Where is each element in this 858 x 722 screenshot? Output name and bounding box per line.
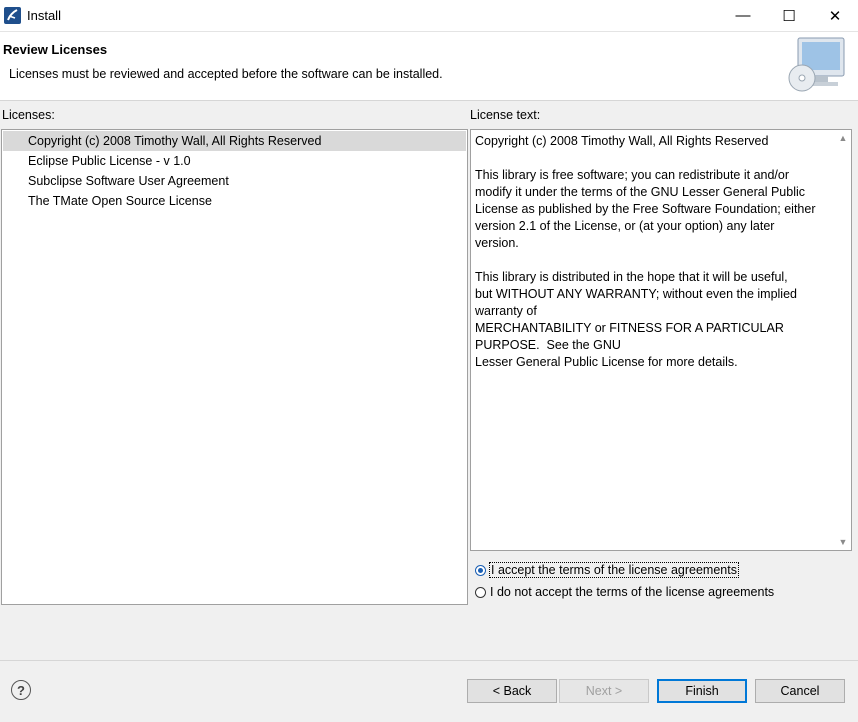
maximize-icon: ☐ xyxy=(782,7,796,25)
footer-divider xyxy=(0,660,858,661)
page-description: Licenses must be reviewed and accepted b… xyxy=(9,67,443,81)
minimize-button[interactable]: — xyxy=(720,0,766,31)
title-bar[interactable]: Install — ☐ ✕ xyxy=(0,0,858,32)
minimize-icon: — xyxy=(735,7,751,24)
vertical-scrollbar[interactable]: ▲ ▼ xyxy=(835,130,851,550)
cancel-button[interactable]: Cancel xyxy=(755,679,845,703)
page-title: Review Licenses xyxy=(3,42,108,57)
decline-label[interactable]: I do not accept the terms of the license… xyxy=(490,585,774,599)
accept-radio[interactable] xyxy=(475,564,486,576)
computer-cd-icon xyxy=(784,34,850,96)
list-item[interactable]: The TMate Open Source License xyxy=(3,191,466,211)
next-button[interactable]: Next > xyxy=(559,679,649,703)
close-icon: ✕ xyxy=(828,7,842,25)
window-title: Install xyxy=(27,8,61,23)
header-banner: Review Licenses Licenses must be reviewe… xyxy=(0,32,858,101)
help-icon[interactable]: ? xyxy=(11,680,31,700)
scroll-down-icon[interactable]: ▼ xyxy=(835,534,851,550)
list-item[interactable]: Copyright (c) 2008 Timothy Wall, All Rig… xyxy=(3,131,466,151)
list-item[interactable]: Subclipse Software User Agreement xyxy=(3,171,466,191)
accept-option[interactable]: I accept the terms of the license agreem… xyxy=(475,561,739,579)
license-text-content: Copyright (c) 2008 Timothy Wall, All Rig… xyxy=(475,134,816,369)
license-text-area[interactable]: Copyright (c) 2008 Timothy Wall, All Rig… xyxy=(470,129,852,551)
accept-label[interactable]: I accept the terms of the license agreem… xyxy=(489,562,739,578)
decline-radio[interactable] xyxy=(475,586,486,598)
licenses-label: Licenses: xyxy=(2,108,55,122)
close-button[interactable]: ✕ xyxy=(812,0,858,31)
decline-option[interactable]: I do not accept the terms of the license… xyxy=(475,583,774,601)
licenses-list[interactable]: Copyright (c) 2008 Timothy Wall, All Rig… xyxy=(1,129,468,605)
maximize-button[interactable]: ☐ xyxy=(766,0,812,31)
back-button[interactable]: < Back xyxy=(467,679,557,703)
license-text-label: License text: xyxy=(470,108,541,122)
finish-button[interactable]: Finish xyxy=(657,679,747,703)
list-item[interactable]: Eclipse Public License - v 1.0 xyxy=(3,151,466,171)
scroll-up-icon[interactable]: ▲ xyxy=(835,130,851,146)
eclipse-icon xyxy=(4,7,21,24)
